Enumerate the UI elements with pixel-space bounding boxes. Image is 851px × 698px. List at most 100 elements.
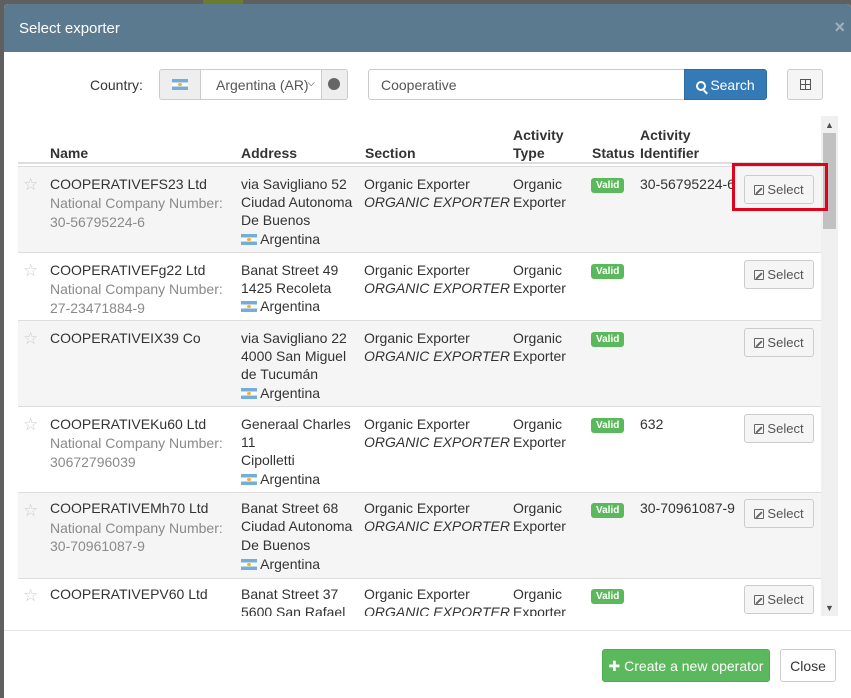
row-activity-type-line: Organic bbox=[513, 176, 563, 192]
select-button-label: Select bbox=[767, 421, 804, 436]
row-activity-type-line: Exporter bbox=[513, 348, 566, 364]
close-icon[interactable]: × bbox=[834, 18, 845, 36]
row-address-line: De Buenos bbox=[241, 212, 311, 228]
country-select[interactable]: Argentina (AR) ⌵ bbox=[200, 69, 322, 100]
select-button[interactable]: Select bbox=[744, 414, 814, 443]
row-activity-type-line: Organic bbox=[513, 416, 563, 432]
close-button[interactable]: Close bbox=[780, 649, 836, 682]
row-section-upper: ORGANIC EXPORTER bbox=[364, 604, 510, 616]
row-ncn: 30672796039 bbox=[50, 454, 136, 470]
scroll-up-icon[interactable]: ▲ bbox=[825, 120, 834, 130]
row-activity-identifier: 30-70961087-9 bbox=[640, 500, 735, 516]
header-activity-identifier-1: Activity bbox=[640, 127, 691, 143]
select-button[interactable]: Select bbox=[744, 585, 814, 614]
row-address-line: 1425 Recoleta bbox=[241, 280, 332, 296]
row-country: Argentina bbox=[241, 470, 320, 489]
select-button[interactable]: Select bbox=[744, 499, 814, 528]
favorite-star-icon[interactable]: ☆ bbox=[23, 416, 38, 433]
table-row: ☆ COOPERATIVEPV60 Ltd Banat Street 37 56… bbox=[18, 578, 821, 616]
row-address-line: Banat Street 68 bbox=[241, 500, 339, 516]
table-header: Name Address Section Activity Type Statu… bbox=[18, 116, 821, 164]
row-activity-type-line: Exporter bbox=[513, 604, 566, 616]
table-row: ☆ COOPERATIVEFg22 Ltd National Company N… bbox=[18, 252, 821, 320]
row-country-label: Argentina bbox=[260, 298, 321, 314]
country-flag-addon bbox=[159, 69, 201, 100]
row-activity-identifier: 632 bbox=[640, 416, 664, 432]
row-activity-type-line: Organic bbox=[513, 262, 563, 278]
row-country-label: Argentina bbox=[260, 385, 321, 401]
row-activity-identifier: 30-56795224-6 bbox=[640, 176, 735, 192]
favorite-star-icon[interactable]: ☆ bbox=[23, 502, 38, 519]
edit-icon bbox=[754, 338, 765, 348]
row-country: Argentina bbox=[241, 297, 320, 316]
row-country: Argentina bbox=[241, 384, 320, 403]
edit-icon bbox=[754, 270, 765, 280]
select-button[interactable]: Select bbox=[744, 260, 814, 289]
status-badge: Valid bbox=[591, 418, 625, 433]
argentina-flag-icon bbox=[241, 234, 257, 245]
row-section: Organic Exporter bbox=[364, 500, 470, 516]
header-address: Address bbox=[241, 145, 298, 161]
search-input[interactable]: Cooperative bbox=[368, 69, 686, 100]
row-section-upper: ORGANIC EXPORTER bbox=[364, 348, 510, 364]
search-icon bbox=[696, 81, 707, 91]
status-badge: Valid bbox=[591, 503, 625, 518]
row-address-line: de Tucumán bbox=[241, 366, 319, 382]
header-activity-type-2: Type bbox=[513, 145, 545, 161]
search-button-label: Search bbox=[710, 77, 755, 93]
select-button-label: Select bbox=[767, 335, 804, 350]
favorite-star-icon[interactable]: ☆ bbox=[23, 330, 38, 347]
select-button-label: Select bbox=[767, 267, 804, 282]
row-activity-type-line: Organic bbox=[513, 500, 563, 516]
header-name: Name bbox=[50, 145, 89, 161]
argentina-flag-icon bbox=[241, 388, 257, 399]
row-address-line: Ciudad Autonoma bbox=[241, 194, 353, 210]
chevron-down-icon: ⌵ bbox=[307, 78, 315, 89]
favorite-star-icon[interactable]: ☆ bbox=[23, 176, 38, 193]
globe-button[interactable] bbox=[321, 69, 348, 100]
row-name: COOPERATIVEKu60 Ltd bbox=[50, 416, 207, 432]
globe-icon bbox=[328, 78, 340, 90]
header-activity-type-1: Activity bbox=[513, 127, 564, 143]
row-activity-type-line: Organic bbox=[513, 586, 563, 602]
row-name: COOPERATIVEMh70 Ltd bbox=[50, 500, 209, 516]
status-badge: Valid bbox=[591, 589, 625, 604]
argentina-flag-icon bbox=[241, 301, 257, 312]
row-section-upper: ORGANIC EXPORTER bbox=[364, 280, 510, 296]
status-badge: Valid bbox=[591, 264, 625, 279]
row-ncn-label: National Company Number: bbox=[50, 195, 223, 211]
row-activity-type-line: Exporter bbox=[513, 434, 566, 450]
row-address-line: 5600 San Rafael bbox=[241, 604, 346, 616]
row-country-label: Argentina bbox=[260, 471, 321, 487]
row-name: COOPERATIVEFS23 Ltd bbox=[50, 176, 207, 192]
status-badge: Valid bbox=[591, 332, 625, 347]
row-section: Organic Exporter bbox=[364, 176, 470, 192]
row-address-line: Ciudad Autonoma bbox=[241, 518, 353, 534]
row-section: Organic Exporter bbox=[364, 586, 470, 602]
plus-icon: ✚ bbox=[608, 658, 625, 674]
row-activity-type-line: Exporter bbox=[513, 194, 566, 210]
select-button[interactable]: Select bbox=[744, 328, 814, 357]
row-name: COOPERATIVEIX39 Co bbox=[50, 330, 201, 346]
row-address-line: De Buenos bbox=[241, 537, 311, 553]
row-section: Organic Exporter bbox=[364, 262, 470, 278]
row-address-line: Banat Street 49 bbox=[241, 262, 339, 278]
grid-view-button[interactable] bbox=[787, 69, 823, 100]
favorite-star-icon[interactable]: ☆ bbox=[23, 587, 38, 604]
argentina-flag-icon bbox=[241, 474, 257, 485]
search-bar: Country: Argentina (AR) ⌵ Cooperative Se… bbox=[4, 52, 851, 116]
search-button[interactable]: Search bbox=[684, 69, 767, 100]
scroll-down-icon[interactable]: ▼ bbox=[825, 603, 834, 613]
modal-footer: ✚ Create a new operator Close bbox=[4, 630, 851, 698]
row-address-line: Generaal Charles bbox=[241, 416, 351, 432]
select-button-label: Select bbox=[767, 506, 804, 521]
row-address-line: 11 bbox=[241, 434, 256, 450]
row-address-line: 4000 San Miguel bbox=[241, 348, 347, 364]
create-operator-button[interactable]: ✚ Create a new operator bbox=[602, 649, 770, 682]
status-badge: Valid bbox=[591, 178, 625, 193]
row-ncn-label: National Company Number: bbox=[50, 435, 223, 451]
row-activity-type-line: Exporter bbox=[513, 518, 566, 534]
row-name: COOPERATIVEPV60 Ltd bbox=[50, 586, 208, 602]
row-ncn: 27-23471884-9 bbox=[50, 300, 145, 316]
favorite-star-icon[interactable]: ☆ bbox=[23, 262, 38, 279]
